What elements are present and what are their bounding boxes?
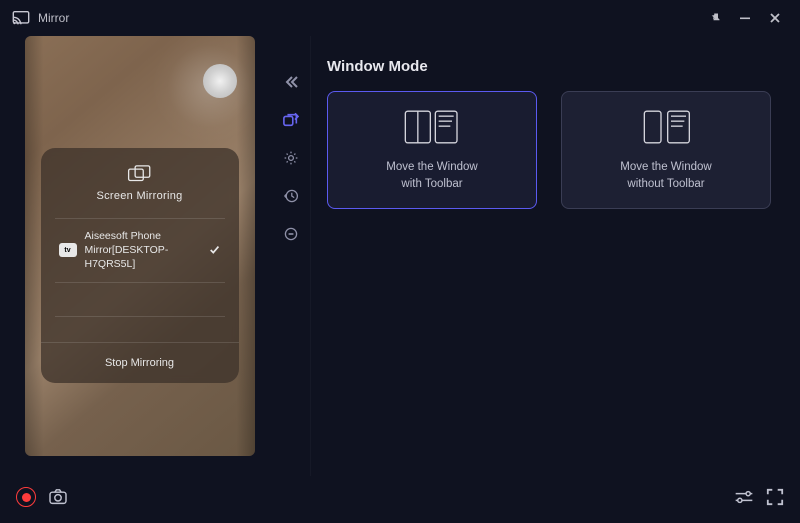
section-title: Window Mode — [327, 58, 776, 75]
mode-label: Move the Window with Toolbar — [386, 159, 477, 192]
app-title: Mirror — [38, 11, 69, 25]
phone-screen: Screen Mirroring tv Aiseesoft Phone Mirr… — [25, 36, 255, 456]
mirror-card-title: Screen Mirroring — [96, 190, 182, 202]
output-tab[interactable] — [275, 218, 307, 250]
history-tab[interactable] — [275, 180, 307, 212]
content-panel: Window Mode Move the Window with Toolbar — [311, 36, 788, 476]
window-with-toolbar-icon — [402, 107, 462, 147]
mode-label: Move the Window without Toolbar — [620, 159, 711, 192]
stop-mirroring-button[interactable]: Stop Mirroring — [41, 342, 239, 383]
screenshot-button[interactable] — [48, 489, 68, 505]
empty-row — [55, 283, 225, 317]
minimize-button[interactable] — [732, 5, 758, 31]
mode-without-toolbar[interactable]: Move the Window without Toolbar — [561, 91, 771, 209]
device-name: Aiseesoft Phone Mirror[DESKTOP-H7QRS5L] — [85, 229, 201, 272]
tv-badge-icon: tv — [59, 243, 77, 257]
titlebar: Mirror — [0, 0, 800, 36]
mode-with-toolbar[interactable]: Move the Window with Toolbar — [327, 91, 537, 209]
check-icon — [209, 244, 221, 256]
footer — [0, 476, 800, 518]
fullscreen-button[interactable] — [766, 488, 784, 506]
flashlight-icon — [203, 64, 237, 98]
device-row[interactable]: tv Aiseesoft Phone Mirror[DESKTOP-H7QRS5… — [55, 218, 225, 283]
phone-preview: Screen Mirroring tv Aiseesoft Phone Mirr… — [12, 36, 267, 476]
screen-mirroring-card: Screen Mirroring tv Aiseesoft Phone Mirr… — [41, 148, 239, 383]
pin-button[interactable] — [702, 5, 728, 31]
window-without-toolbar-icon — [636, 107, 696, 147]
window-mode-tab[interactable] — [275, 104, 307, 136]
close-button[interactable] — [762, 5, 788, 31]
settings-sidebar — [271, 36, 311, 476]
settings-tab[interactable] — [275, 142, 307, 174]
record-button[interactable] — [16, 487, 36, 507]
cast-icon — [12, 11, 30, 25]
stop-mirroring-label: Stop Mirroring — [105, 357, 174, 369]
adjust-button[interactable] — [734, 490, 754, 504]
windows-overlap-icon — [127, 164, 153, 184]
collapse-button[interactable] — [275, 66, 307, 98]
